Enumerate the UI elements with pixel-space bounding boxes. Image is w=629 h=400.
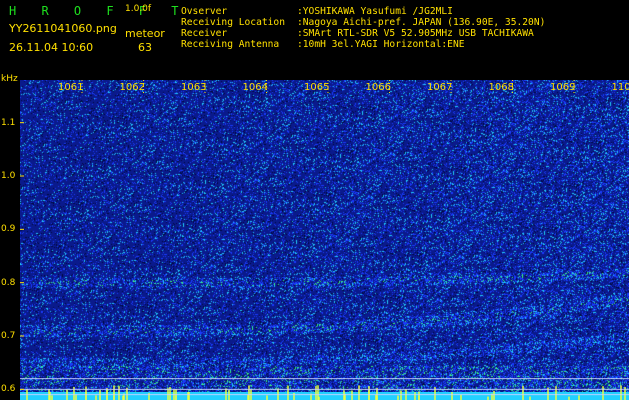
x-tick-label: 1068 xyxy=(489,82,514,93)
y-tick-label: 1.0 xyxy=(1,171,16,181)
version-label: 1.0.0f xyxy=(125,4,152,14)
y-tick-label: 0.6 xyxy=(1,384,16,395)
x-tick-label: 1064 xyxy=(243,82,268,93)
info-row-location: Receiving Location :Nagoya Aichi-pref. JA… xyxy=(181,17,545,28)
meteor-count: 63 xyxy=(138,41,152,54)
info-value: :YOSHIKAWA Yasufumi /JG2MLI xyxy=(297,6,453,17)
spectrogram-plot: 1061 1062 1063 1064 1065 1066 1067 1068 1069 1100 xyxy=(20,80,629,400)
info-value: :SMArt RTL-SDR V5 52.905MHz USB TACHIKAW… xyxy=(297,28,534,39)
station-info: Ovserver :YOSHIKAWA Yasufumi /JG2MLI Rece… xyxy=(181,6,545,50)
x-tick-label: 1066 xyxy=(366,82,391,93)
x-tick-label: 1100 xyxy=(612,82,629,93)
y-tick-label: 0.7 xyxy=(1,331,16,341)
info-key: Receiver xyxy=(181,28,228,39)
info-value: :Nagoya Aichi-pref. JAPAN (136.90E, 35.2… xyxy=(297,17,546,28)
filename-label: YY2611041060.png xyxy=(9,22,117,35)
info-value: :10mH 3el.YAGI Horizontal:ENE xyxy=(297,39,465,50)
x-tick-label: 1061 xyxy=(58,82,83,93)
info-key: Ovserver xyxy=(181,6,228,17)
baseline-strip xyxy=(20,392,629,400)
y-tick-label: 1.1 xyxy=(1,117,16,128)
x-tick-label: 1063 xyxy=(181,82,206,93)
x-tick-label: 1069 xyxy=(550,82,575,93)
x-tick-label: 1067 xyxy=(427,82,452,93)
y-tick-label: 0.9 xyxy=(1,224,16,235)
spectrogram-svg: 1061 1062 1063 1064 1065 1066 1067 1068 1069 1100 xyxy=(20,80,629,400)
info-row-antenna: Receiving Antenna :10mH 3el.YAGI Horizont… xyxy=(181,39,545,50)
y-tick-label: 0.8 xyxy=(1,277,16,288)
info-row-observer: Ovserver :YOSHIKAWA Yasufumi /JG2MLI xyxy=(181,6,545,17)
meteor-label: meteor xyxy=(125,27,165,40)
x-tick-label: 1062 xyxy=(120,82,145,93)
datetime-label: 26.11.04 10:60 xyxy=(9,41,94,54)
info-key: Receiving Antenna xyxy=(181,39,280,50)
x-tick-label: 1065 xyxy=(304,82,329,93)
y-axis-unit: kHz xyxy=(1,74,18,84)
info-key: Receiving Location xyxy=(181,17,285,28)
brand-title: H R O F F T xyxy=(9,4,188,18)
info-row-receiver: Receiver :SMArt RTL-SDR V5 52.905MHz USB … xyxy=(181,28,545,39)
spectrogram-noise-field xyxy=(20,80,629,400)
hroft-spectrogram-window: H R O F F T 1.0.0f YY2611041060.png 26.1… xyxy=(0,0,629,400)
